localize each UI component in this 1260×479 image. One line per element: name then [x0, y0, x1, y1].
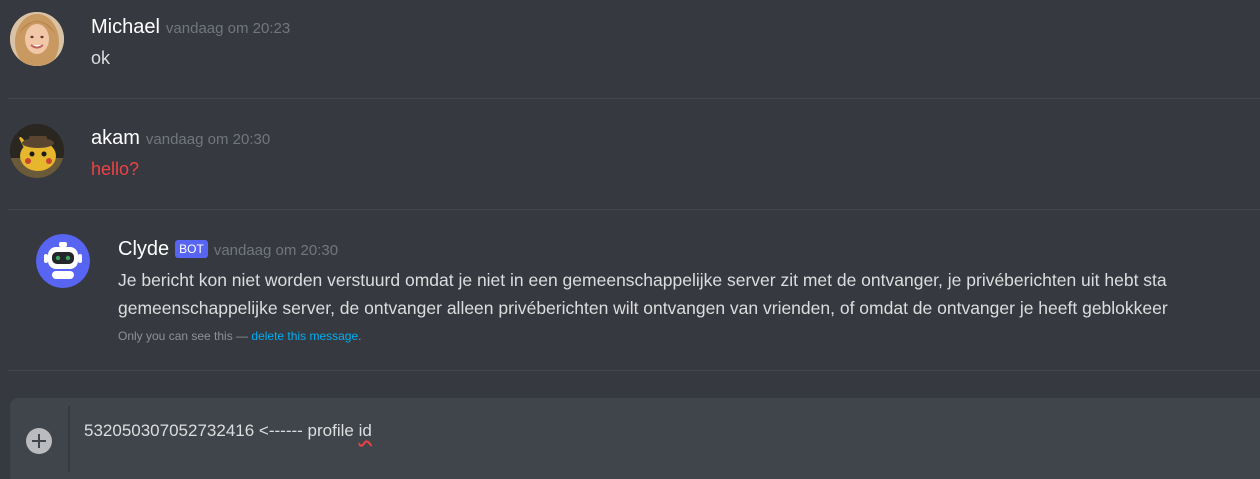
ephemeral-suffix: . — [358, 329, 362, 343]
message-akam: akam vandaag om 20:30 hello? — [0, 99, 1260, 209]
avatar-clyde[interactable] — [36, 234, 90, 288]
avatar-michael[interactable] — [10, 12, 64, 66]
message-michael: Michael vandaag om 20:23 ok — [0, 0, 1260, 98]
message-input[interactable]: 532050307052732416 <------ profile id — [84, 421, 372, 441]
username[interactable]: Michael — [91, 16, 160, 38]
avatar-akam[interactable] — [10, 124, 64, 178]
delete-message-link[interactable]: delete this message — [251, 329, 358, 343]
bot-badge: BOT — [175, 240, 208, 258]
composer-separator — [68, 406, 70, 472]
message-content: Je bericht kon niet worden verstuurd omd… — [118, 266, 1168, 322]
misspelled-word[interactable]: id — [359, 421, 372, 440]
message-header: akam vandaag om 20:30 — [91, 127, 270, 150]
username[interactable]: Clyde — [118, 238, 169, 260]
ephemeral-text: Only you can see this — — [118, 329, 252, 343]
message-composer: 532050307052732416 <------ profile id — [10, 398, 1260, 479]
message-header: Michael vandaag om 20:23 — [91, 16, 290, 39]
timestamp[interactable]: vandaag om 20:30 — [214, 242, 338, 259]
message-header: Clyde BOT vandaag om 20:30 — [118, 238, 338, 261]
chat-messages: Michael vandaag om 20:23 ok akam vandaag o… — [0, 0, 1260, 479]
message-content: hello? — [91, 159, 140, 179]
message-divider — [8, 370, 1260, 371]
message-content: ok — [91, 48, 111, 68]
timestamp[interactable]: vandaag om 20:23 — [166, 20, 290, 37]
message-content-line: Je bericht kon niet worden verstuurd omd… — [118, 270, 1167, 290]
ephemeral-notice: Only you can see this — delete this mess… — [118, 329, 361, 343]
message-input-text: 532050307052732416 <------ profile — [84, 421, 359, 440]
timestamp[interactable]: vandaag om 20:30 — [146, 131, 270, 148]
clyde-bot-icon — [36, 234, 90, 288]
attach-plus-icon[interactable] — [26, 428, 52, 454]
message-content-line: gemeenschappelijke server, de ontvanger … — [118, 298, 1168, 318]
username[interactable]: akam — [91, 127, 140, 149]
